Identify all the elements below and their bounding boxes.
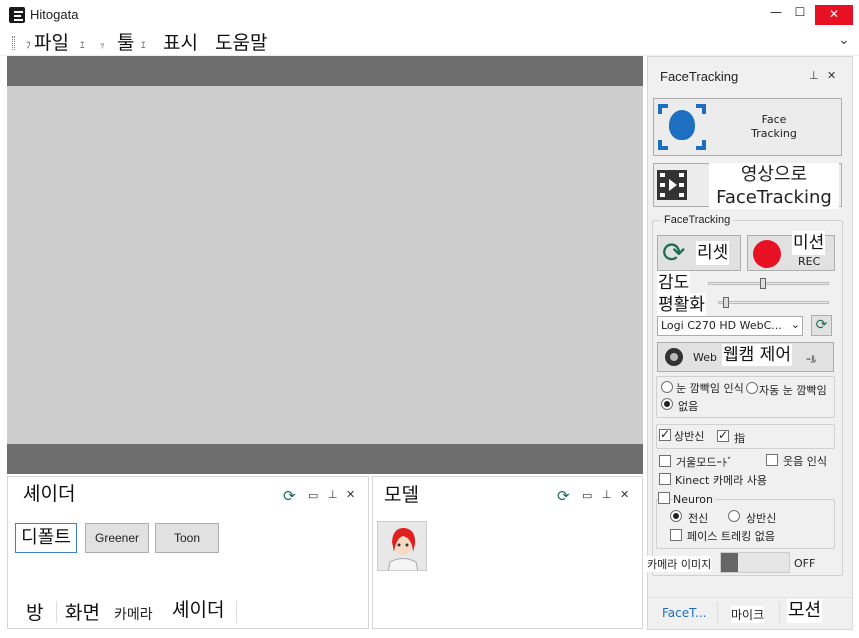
face-tracking-button[interactable]: Face Tracking bbox=[653, 98, 842, 156]
menu-file[interactable]: 파일 bbox=[33, 31, 70, 55]
sensitivity-label: 감도 bbox=[657, 271, 691, 295]
viewport[interactable] bbox=[7, 56, 643, 474]
mirror-mode-checkbox[interactable] bbox=[659, 455, 671, 467]
facetracking-group-title: FaceTracking bbox=[661, 214, 734, 226]
finger-checkbox[interactable] bbox=[717, 428, 729, 442]
smoothing-slider[interactable] bbox=[718, 301, 829, 304]
tab-room[interactable]: 방 bbox=[25, 601, 45, 625]
video-face-tracking-button[interactable]: 영상으로 FaceTracking bbox=[653, 163, 842, 209]
webcam-icon bbox=[665, 348, 683, 366]
tab-facetracking[interactable]: FaceT... bbox=[662, 606, 706, 620]
record-icon bbox=[753, 240, 781, 268]
smoothing-label: 평활화 bbox=[657, 293, 706, 317]
no-face-tracking-checkbox[interactable] bbox=[670, 529, 682, 541]
shader-default-button[interactable]: 디폴트 bbox=[15, 523, 77, 553]
upper-body-radio[interactable] bbox=[728, 510, 740, 522]
auto-blink-radio[interactable] bbox=[746, 382, 758, 394]
tab-motion[interactable]: 모션 bbox=[787, 599, 823, 623]
smile-detect-checkbox[interactable] bbox=[766, 454, 778, 466]
model-thumbnail[interactable] bbox=[377, 521, 427, 571]
maximize-panel-icon[interactable]: ▭ bbox=[582, 489, 592, 502]
pin-icon[interactable]: ⊥ bbox=[328, 488, 338, 501]
sensitivity-slider[interactable] bbox=[708, 282, 829, 285]
camera-image-label: 카메라 이미지 bbox=[647, 556, 712, 572]
face-scan-icon bbox=[658, 104, 706, 150]
menu-bar: ﾌ 파일 ｴ ｯ 툴 ｴ 표시 도움말 ⌄ bbox=[0, 30, 859, 56]
close-panel-icon[interactable]: ✕ bbox=[827, 69, 836, 82]
menu-view[interactable]: 표시 bbox=[162, 31, 199, 55]
camera-image-off: OFF bbox=[794, 557, 816, 570]
pin-icon[interactable]: ⊥ bbox=[602, 488, 612, 501]
camera-refresh-icon[interactable]: ⟳ bbox=[811, 315, 832, 336]
grip-icon bbox=[12, 36, 15, 50]
upper-body-checkbox[interactable] bbox=[659, 427, 671, 441]
refresh-icon[interactable]: ⟳ bbox=[283, 487, 296, 505]
tab-shader[interactable]: 셰이더 bbox=[171, 598, 226, 622]
smoothing-slider-thumb[interactable] bbox=[723, 297, 730, 308]
reset-icon: ⟳ bbox=[662, 236, 686, 269]
tab-camera[interactable]: 카메라 bbox=[114, 604, 153, 624]
avatar-image bbox=[378, 522, 426, 570]
sensitivity-slider-thumb[interactable] bbox=[759, 278, 766, 289]
facetracking-panel: FaceTracking ⊥ ✕ Face Tracking 영상으로 Face… bbox=[647, 56, 854, 630]
close-panel-icon[interactable]: ✕ bbox=[620, 488, 629, 501]
close-button[interactable]: ✕ bbox=[815, 5, 853, 25]
shader-panel: 셰이더 ⟳ ▭ ⊥ ✕ 디폴트 Greener Toon 방 화면 카메라 셰이… bbox=[7, 476, 369, 629]
minimize-button[interactable]: — bbox=[766, 5, 786, 19]
film-icon bbox=[657, 170, 687, 200]
shader-panel-title: 셰이더 bbox=[22, 482, 77, 506]
menu-overflow-icon[interactable]: ⌄ bbox=[838, 32, 850, 48]
reset-button[interactable]: ⟳ 리셋 bbox=[657, 235, 741, 271]
maximize-button[interactable]: ☐ bbox=[790, 5, 810, 19]
model-panel-title: 모델 bbox=[383, 483, 420, 507]
facetracking-panel-title: FaceTracking bbox=[660, 69, 739, 84]
eye-blink-radio[interactable] bbox=[661, 381, 673, 393]
model-panel: 모델 ⟳ ▭ ⊥ ✕ bbox=[372, 476, 643, 629]
kinect-checkbox[interactable] bbox=[659, 473, 671, 485]
app-logo-icon bbox=[9, 7, 25, 23]
close-panel-icon[interactable]: ✕ bbox=[346, 488, 355, 501]
tab-screen[interactable]: 화면 bbox=[64, 601, 101, 625]
full-body-radio[interactable] bbox=[670, 510, 682, 522]
chevron-down-icon: ⌄ bbox=[790, 318, 800, 331]
no-blink-radio[interactable] bbox=[661, 398, 673, 410]
pin-icon[interactable]: ⊥ bbox=[809, 69, 819, 82]
rec-button[interactable]: 미션 REC bbox=[747, 231, 835, 271]
title-bar: Hitogata — ☐ ✕ bbox=[0, 0, 859, 30]
camera-select[interactable]: Logi C270 HD WebC... ⌄ bbox=[657, 316, 803, 336]
refresh-icon[interactable]: ⟳ bbox=[557, 487, 570, 505]
viewport-bottom-bar bbox=[7, 444, 643, 474]
webcam-control-button[interactable]: Web 웹캠 제어 ｰﾙ bbox=[657, 342, 834, 372]
viewport-top-bar bbox=[7, 56, 643, 86]
shader-greener-button[interactable]: Greener bbox=[85, 523, 149, 553]
tab-mic[interactable]: 마이크 bbox=[731, 606, 765, 623]
camera-image-toggle[interactable] bbox=[720, 552, 790, 573]
neuron-checkbox[interactable] bbox=[658, 492, 670, 504]
window-title: Hitogata bbox=[30, 7, 79, 22]
maximize-panel-icon[interactable]: ▭ bbox=[308, 489, 318, 502]
shader-toon-button[interactable]: Toon bbox=[155, 523, 219, 553]
menu-help[interactable]: 도움말 bbox=[214, 31, 269, 55]
menu-tools[interactable]: 툴 bbox=[116, 31, 136, 55]
